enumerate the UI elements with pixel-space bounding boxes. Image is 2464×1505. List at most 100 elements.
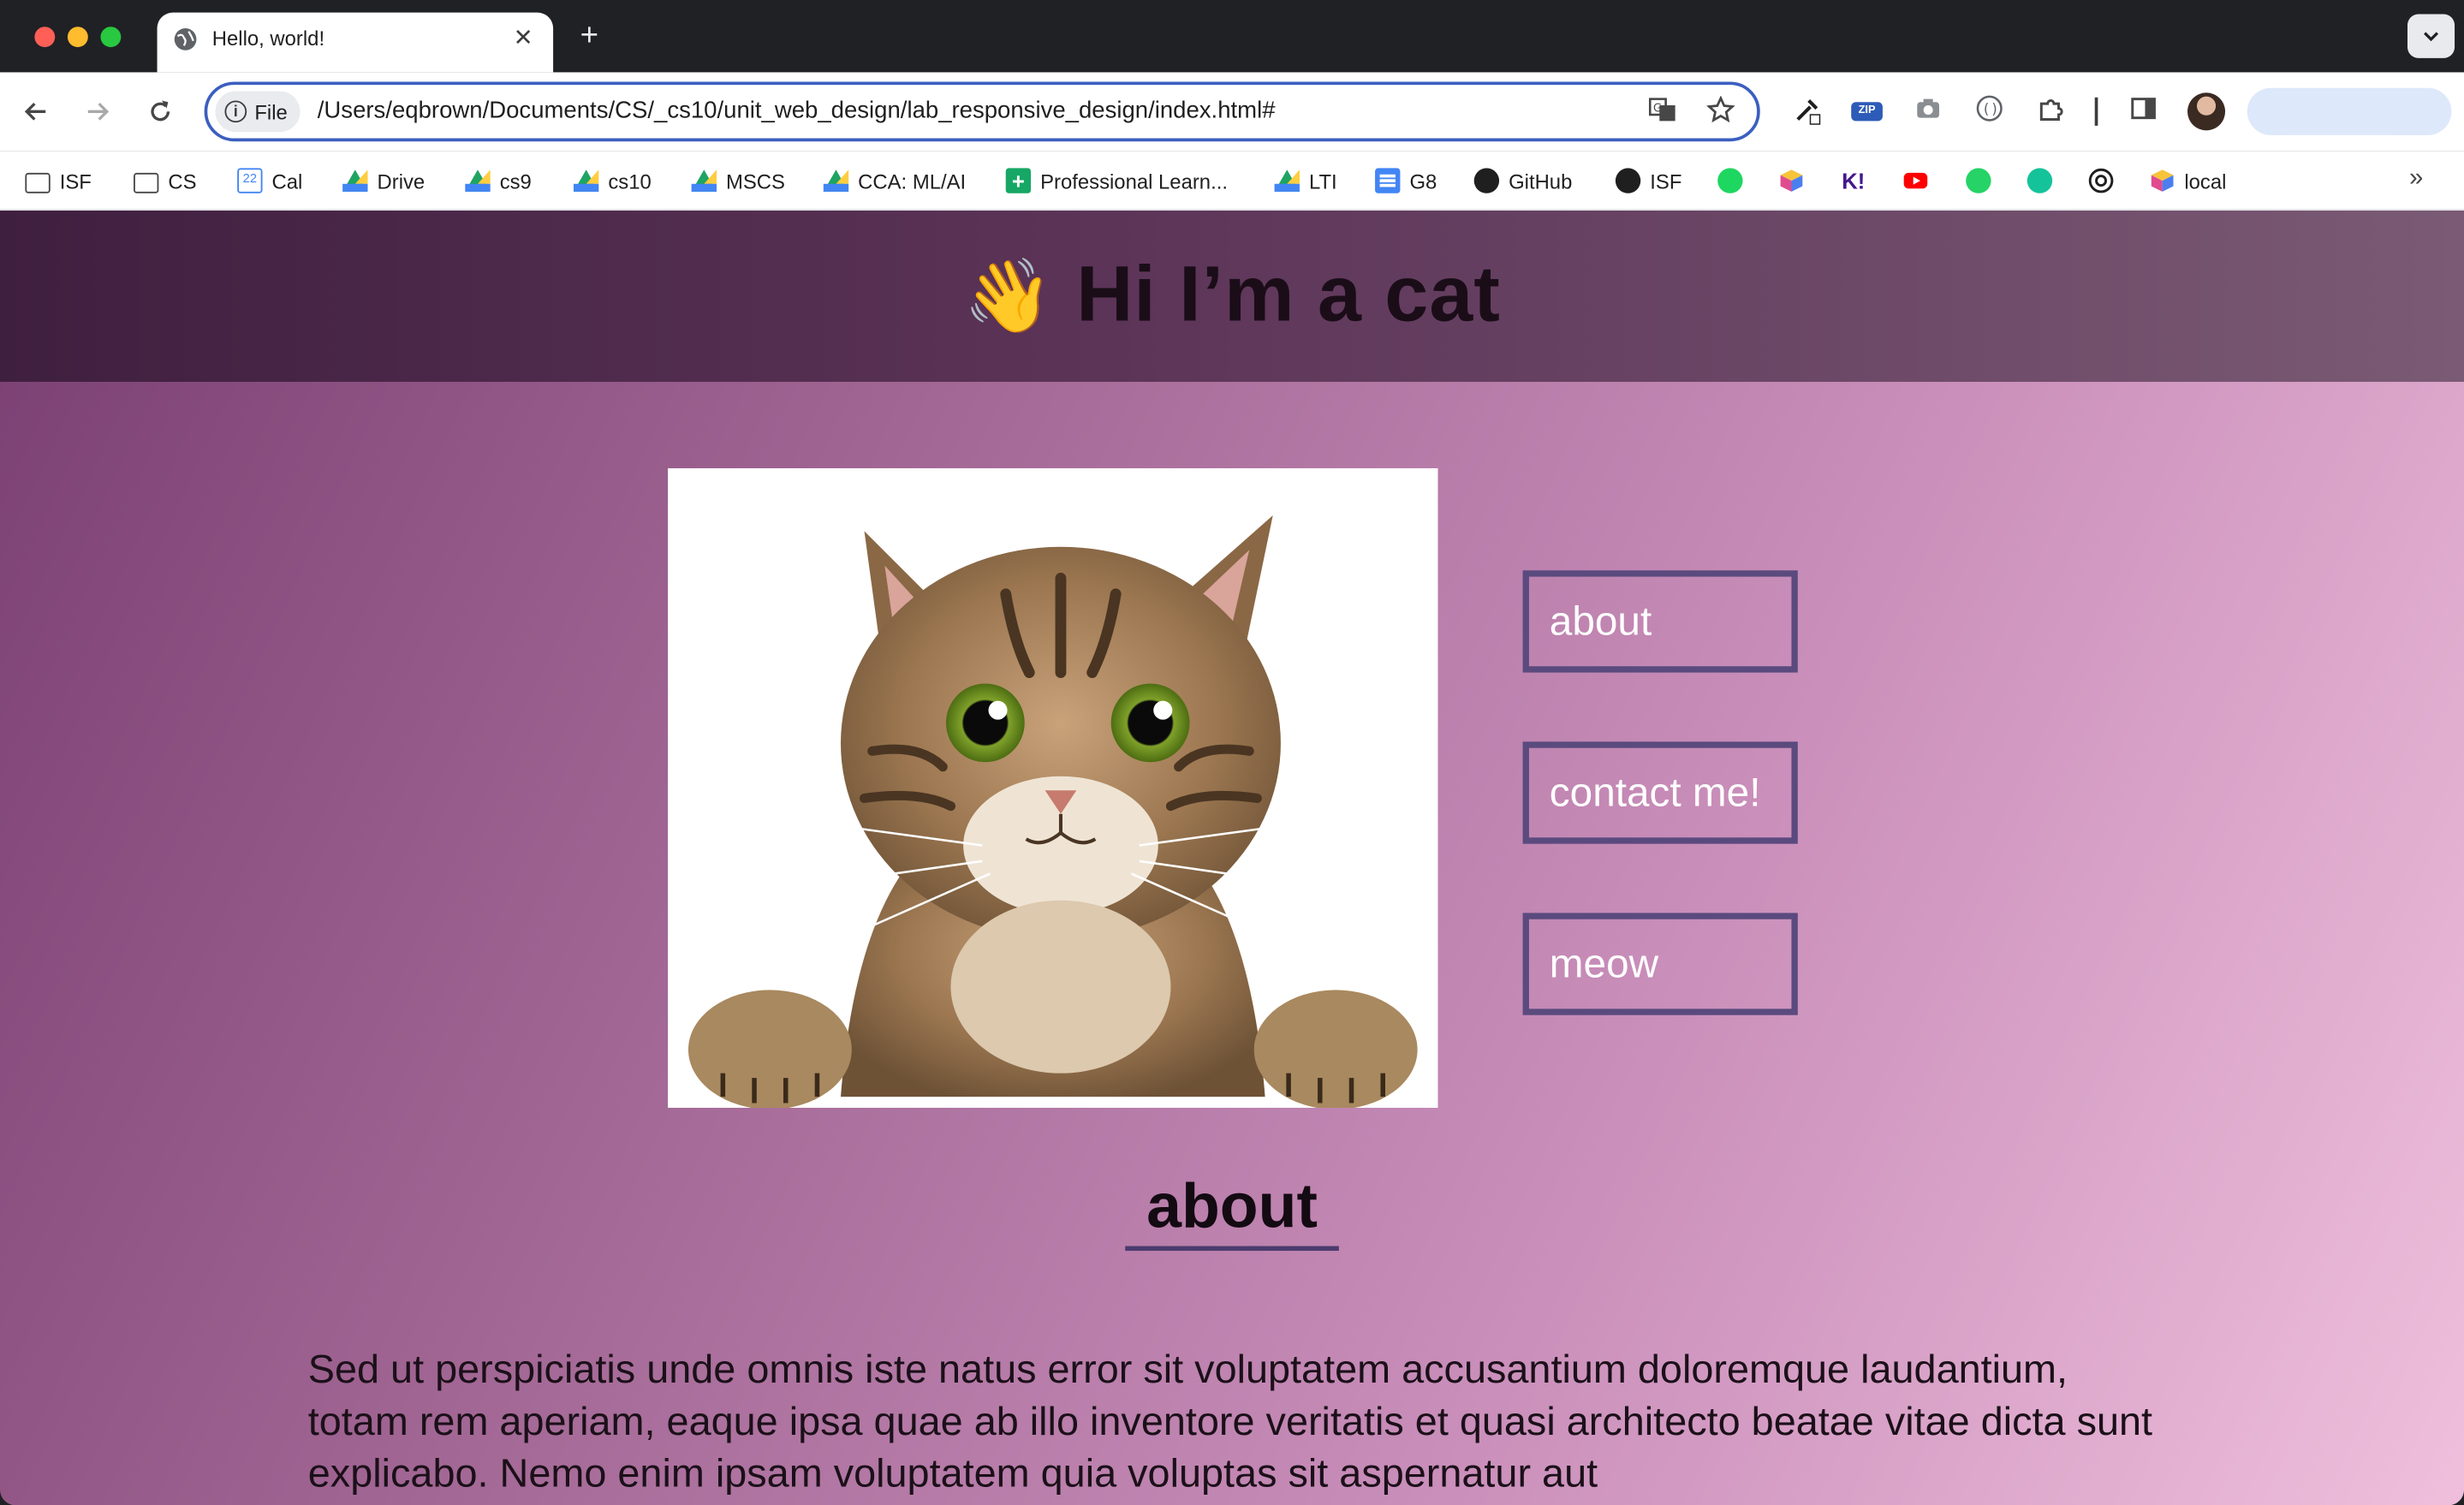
- file-label: File: [254, 99, 288, 124]
- profile-pill[interactable]: [2247, 87, 2452, 135]
- globe-icon: [174, 28, 197, 51]
- page-viewport: 👋 Hi I’m a cat about contact me! meow ab…: [0, 210, 2464, 1505]
- tab-search-button[interactable]: [2407, 14, 2455, 58]
- nav-about-button[interactable]: about: [1522, 570, 1798, 673]
- bookmark-label: CS: [168, 169, 197, 193]
- site-header: 👋 Hi I’m a cat: [0, 210, 2464, 383]
- bookmark-label: Cal: [271, 169, 303, 193]
- youtube-icon: [1903, 172, 1928, 189]
- bookmark-label: LTI: [1308, 169, 1337, 193]
- bookmark-label: GitHub: [1509, 169, 1573, 193]
- bookmark-lti[interactable]: LTI: [1274, 165, 1337, 197]
- bookmark-cs10[interactable]: cs10: [573, 165, 652, 197]
- bookmark-label: cs10: [608, 169, 652, 193]
- back-button[interactable]: [17, 92, 55, 130]
- bookmark-cs9[interactable]: cs9: [465, 165, 532, 197]
- bookmarks-bar: ISF CS 22 Cal Drive cs9 cs10 MSCS CCA: M: [0, 151, 2464, 211]
- github-icon: [1473, 168, 1500, 193]
- forward-icon: [87, 102, 110, 121]
- page-title: 👋 Hi I’m a cat: [0, 248, 2464, 339]
- camera-icon[interactable]: [1911, 94, 1945, 128]
- bookmark-label: Drive: [377, 169, 426, 193]
- bookmark-github[interactable]: GitHub: [1473, 165, 1573, 197]
- bookmark-spotify[interactable]: [1717, 165, 1743, 197]
- bookmark-label: local: [2184, 169, 2227, 193]
- tab-active[interactable]: Hello, world! ✕: [157, 12, 554, 73]
- new-tab-button[interactable]: +: [568, 15, 610, 57]
- side-panel-icon[interactable]: [2126, 94, 2160, 128]
- avatar[interactable]: [2187, 92, 2226, 131]
- nav-contact-button[interactable]: contact me!: [1522, 741, 1798, 844]
- star-icon[interactable]: [1705, 95, 1737, 128]
- eyedropper-glyph: [1796, 99, 1821, 125]
- circle-ext-glyph: (): [1976, 95, 2003, 122]
- bookmark-g8[interactable]: G8: [1375, 165, 1437, 197]
- zip-icon[interactable]: ZIP: [1851, 102, 1883, 122]
- cat-photo: [668, 467, 1438, 1109]
- chatgpt-icon: [2088, 168, 2114, 193]
- site-info-chip[interactable]: i File: [215, 91, 301, 133]
- cat-illustration: [687, 515, 1418, 1109]
- cube-icon: [1780, 170, 1803, 192]
- whatsapp-icon: [1966, 168, 1991, 193]
- close-window-button[interactable]: [34, 27, 56, 48]
- bookmark-label: Professional Learn...: [1040, 169, 1228, 193]
- more-bookmarks-icon[interactable]: »: [2409, 165, 2423, 193]
- bookmark-isf-github[interactable]: ISF: [1615, 165, 1682, 197]
- minimize-window-button[interactable]: [67, 27, 88, 48]
- page-title-text: Hi I’m a cat: [1076, 249, 1501, 338]
- docs-icon: [1375, 168, 1401, 193]
- bookmark-cube[interactable]: [1779, 165, 1804, 197]
- browser-window: Hello, world! ✕ + i File /Users/eqbrown/…: [0, 0, 2464, 1505]
- drive-icon: [573, 170, 599, 192]
- folder-icon: [134, 171, 159, 193]
- bookmark-cal[interactable]: 22 Cal: [237, 165, 302, 197]
- back-icon: [24, 102, 46, 121]
- waving-hand-icon: 👋: [963, 254, 1055, 336]
- toolbar-divider: [2094, 97, 2098, 126]
- plus-sheet-icon: +: [1005, 168, 1032, 193]
- bookmark-cs-folder[interactable]: CS: [134, 165, 197, 197]
- kahoot-icon: K!: [1842, 168, 1866, 193]
- spotify-icon: [1717, 168, 1743, 193]
- bookmark-label: cs9: [499, 169, 532, 193]
- bookmark-grammarly[interactable]: [2027, 165, 2053, 197]
- nav-meow-button[interactable]: meow: [1522, 913, 1798, 1015]
- puzzle-glyph: [2039, 99, 2063, 121]
- bookmark-chatgpt[interactable]: [2088, 165, 2114, 197]
- bookmark-drive[interactable]: Drive: [342, 165, 425, 197]
- chevron-down-icon: [2424, 32, 2439, 42]
- bookmark-label: ISF: [59, 169, 92, 193]
- bookmark-kahoot[interactable]: K!: [1842, 165, 1865, 197]
- drive-icon: [1274, 170, 1300, 192]
- puzzle-icon[interactable]: [2033, 94, 2068, 128]
- translate-icon[interactable]: G: [1647, 96, 1679, 128]
- extension-icon[interactable]: (): [1973, 94, 2007, 128]
- bookmark-local[interactable]: local: [2150, 165, 2226, 197]
- github-icon: [1615, 168, 1641, 193]
- about-heading-underline: [1125, 1246, 1339, 1252]
- bookmark-youtube[interactable]: [1903, 165, 1928, 197]
- maximize-window-button[interactable]: [100, 27, 122, 48]
- drive-icon: [465, 170, 491, 192]
- bookmark-label: CCA: ML/AI: [858, 169, 967, 193]
- bookmark-label: G8: [1409, 169, 1437, 193]
- svg-text:G: G: [1653, 102, 1662, 115]
- close-tab-icon[interactable]: ✕: [509, 24, 538, 52]
- bookmark-label: ISF: [1650, 169, 1682, 193]
- reload-button[interactable]: [141, 92, 179, 130]
- url-text[interactable]: /Users/eqbrown/Documents/CS/_cs10/unit_w…: [318, 98, 1276, 124]
- camera-glyph: [1917, 98, 1940, 118]
- forward-button[interactable]: [79, 92, 116, 130]
- eyedropper-icon[interactable]: [1790, 94, 1824, 128]
- bookmark-star-glyph: [1706, 95, 1735, 123]
- bookmark-mscs[interactable]: MSCS: [691, 165, 785, 197]
- bookmark-professional-learning[interactable]: + Professional Learn...: [1005, 165, 1228, 197]
- address-bar[interactable]: i File /Users/eqbrown/Documents/CS/_cs10…: [204, 81, 1760, 142]
- drive-icon: [342, 170, 368, 192]
- bookmark-isf-folder[interactable]: ISF: [25, 165, 92, 197]
- reload-icon: [151, 100, 170, 122]
- toolbar: i File /Users/eqbrown/Documents/CS/_cs10…: [0, 72, 2464, 152]
- bookmark-cca[interactable]: CCA: ML/AI: [823, 165, 967, 197]
- bookmark-whatsapp[interactable]: [1966, 165, 1991, 197]
